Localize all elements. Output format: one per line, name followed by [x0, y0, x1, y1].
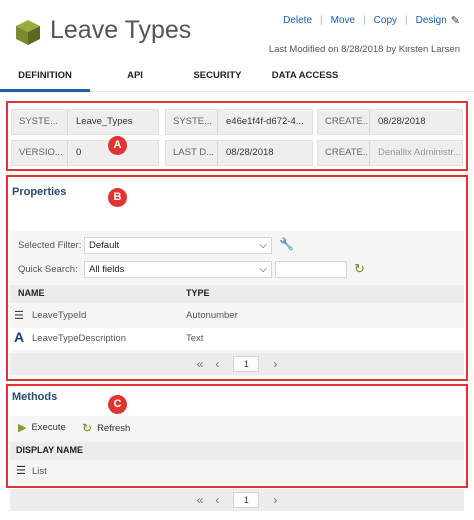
meta-value: 08/28/2018	[226, 147, 274, 158]
meta-label: SYSTE...	[166, 110, 218, 134]
column-header-name[interactable]: NAME	[18, 288, 45, 298]
previous-page-icon[interactable]: ‹	[215, 357, 219, 371]
first-page-icon[interactable]: «	[197, 357, 204, 371]
column-header-display-name[interactable]: DISPLAY NAME	[16, 445, 83, 455]
page-number-input[interactable]: 1	[233, 492, 260, 508]
meta-cell: CREATE... 08/28/2018	[317, 109, 463, 135]
meta-label: VERSIO...	[12, 141, 68, 165]
meta-label: SYSTE...	[12, 110, 68, 134]
first-page-icon[interactable]: «	[197, 493, 204, 507]
separator: |	[320, 15, 323, 26]
annotation-marker-c: C	[108, 395, 127, 414]
tab-bar: DEFINITION API SECURITY DATA ACCESS	[0, 62, 474, 92]
meta-cell: SYSTE... Leave_Types	[11, 109, 159, 135]
annotation-marker-b: B	[108, 188, 127, 207]
tab-security[interactable]: SECURITY	[180, 62, 255, 92]
separator: |	[405, 15, 408, 26]
text-type-icon: A	[14, 329, 25, 345]
column-header-type[interactable]: TYPE	[186, 288, 210, 298]
next-page-icon[interactable]: ›	[273, 493, 277, 507]
metadata-grid: SYSTE... Leave_Types SYSTE... e46e1f4f-d…	[9, 105, 465, 171]
list-method-icon: ☰	[16, 465, 26, 477]
tab-data-access[interactable]: DATA ACCESS	[255, 62, 355, 92]
delete-link[interactable]: Delete	[283, 15, 312, 26]
property-name: LeaveTypeId	[32, 310, 87, 321]
methods-table-header: DISPLAY NAME	[10, 442, 464, 460]
selected-filter-value: Default	[89, 240, 120, 251]
previous-page-icon[interactable]: ‹	[215, 493, 219, 507]
page-number-input[interactable]: 1	[233, 356, 260, 372]
execute-label: Execute	[31, 422, 66, 433]
properties-table-header: NAME TYPE	[10, 285, 464, 303]
meta-cell: CREATE... Denallix Administr...	[317, 140, 463, 166]
play-icon: ▶	[18, 422, 27, 434]
next-page-icon[interactable]: ›	[273, 357, 277, 371]
autonumber-icon: ☰	[14, 310, 24, 322]
meta-cell: LAST D... 08/28/2018	[165, 140, 313, 166]
property-type: Text	[186, 333, 204, 344]
last-modified-text: Last Modified on 8/28/2018 by Kirsten La…	[268, 44, 460, 55]
chevron-down-icon: ⌵	[259, 240, 267, 251]
quick-search-field-dropdown[interactable]: All fields ⌵	[84, 261, 272, 278]
chevron-down-icon: ⌵	[259, 264, 267, 275]
meta-value: 08/28/2018	[378, 116, 426, 127]
meta-value: e46e1f4f-d672-4...	[226, 116, 304, 127]
meta-value: Denallix Administr...	[378, 147, 461, 158]
table-row[interactable]: A LeaveTypeDescription Text	[10, 328, 464, 350]
refresh-icon[interactable]: ↻	[354, 261, 365, 277]
meta-cell: VERSIO... 0	[11, 140, 159, 166]
selected-filter-dropdown[interactable]: Default ⌵	[84, 237, 272, 254]
property-type: Autonumber	[186, 310, 238, 321]
tab-definition[interactable]: DEFINITION	[0, 62, 90, 92]
design-link[interactable]: Design	[416, 15, 447, 26]
table-row[interactable]: ☰ LeaveTypeId Autonumber	[10, 305, 464, 327]
annotation-marker-a: A	[108, 136, 127, 155]
quick-search-field-value: All fields	[89, 264, 125, 275]
meta-label: CREATE...	[318, 110, 370, 134]
page-title: Leave Types	[50, 16, 192, 44]
copy-link[interactable]: Copy	[374, 15, 397, 26]
smartobject-cube-icon	[14, 18, 42, 46]
move-link[interactable]: Move	[331, 15, 355, 26]
execute-button[interactable]: ▶ Execute	[18, 421, 66, 434]
list-item[interactable]: ☰ List	[10, 462, 464, 482]
meta-label: LAST D...	[166, 141, 218, 165]
method-name: List	[32, 466, 47, 477]
header-actions: Delete | Move | Copy | Design ✎	[283, 14, 460, 27]
separator: |	[363, 15, 366, 26]
properties-title: Properties	[12, 186, 67, 198]
refresh-button[interactable]: ↻ Refresh	[82, 421, 130, 435]
quick-search-input[interactable]	[275, 261, 347, 278]
methods-title: Methods	[12, 391, 58, 403]
methods-pager: « ‹ 1 ›	[10, 489, 464, 511]
refresh-icon: ↻	[82, 421, 93, 435]
tab-api[interactable]: API	[90, 62, 180, 92]
properties-pager: « ‹ 1 ›	[10, 353, 464, 375]
selected-filter-label: Selected Filter:	[18, 240, 82, 251]
property-name: LeaveTypeDescription	[32, 333, 126, 344]
page-header: Leave Types Delete | Move | Copy | Desig…	[0, 0, 474, 62]
meta-value: Leave_Types	[76, 116, 133, 127]
pencil-icon[interactable]: ✎	[451, 14, 460, 27]
meta-label: CREATE...	[318, 141, 370, 165]
quick-search-label: Quick Search:	[18, 264, 78, 275]
wrench-icon[interactable]: 🔧	[279, 237, 294, 251]
meta-cell: SYSTE... e46e1f4f-d672-4...	[165, 109, 313, 135]
refresh-label: Refresh	[97, 422, 131, 434]
